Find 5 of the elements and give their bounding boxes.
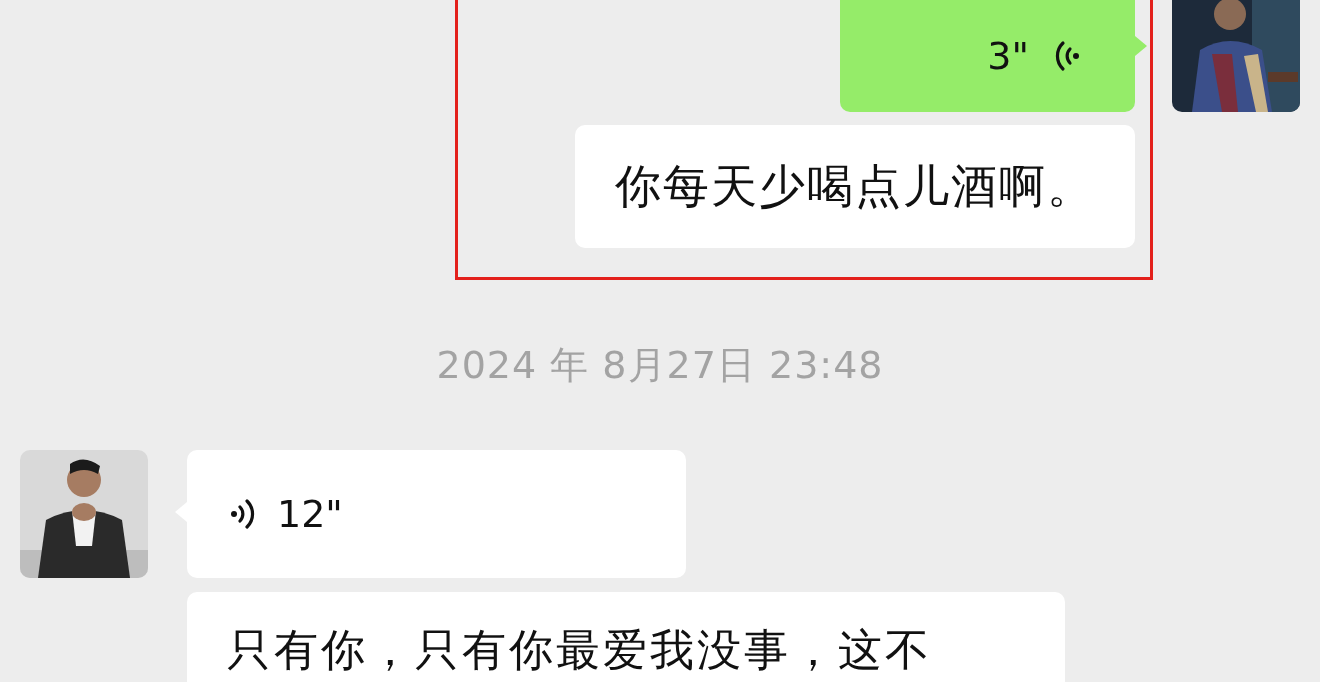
message-bubble: 你每天少喝点儿酒啊。 [575,125,1135,248]
voice-duration: 12" [277,495,343,533]
timestamp: 2024 年 8月27日 23:48 [436,345,884,385]
voice-duration: 3" [987,37,1029,75]
message-bubble: 只有你，只有你最爱我没事，这不 [187,592,1065,682]
